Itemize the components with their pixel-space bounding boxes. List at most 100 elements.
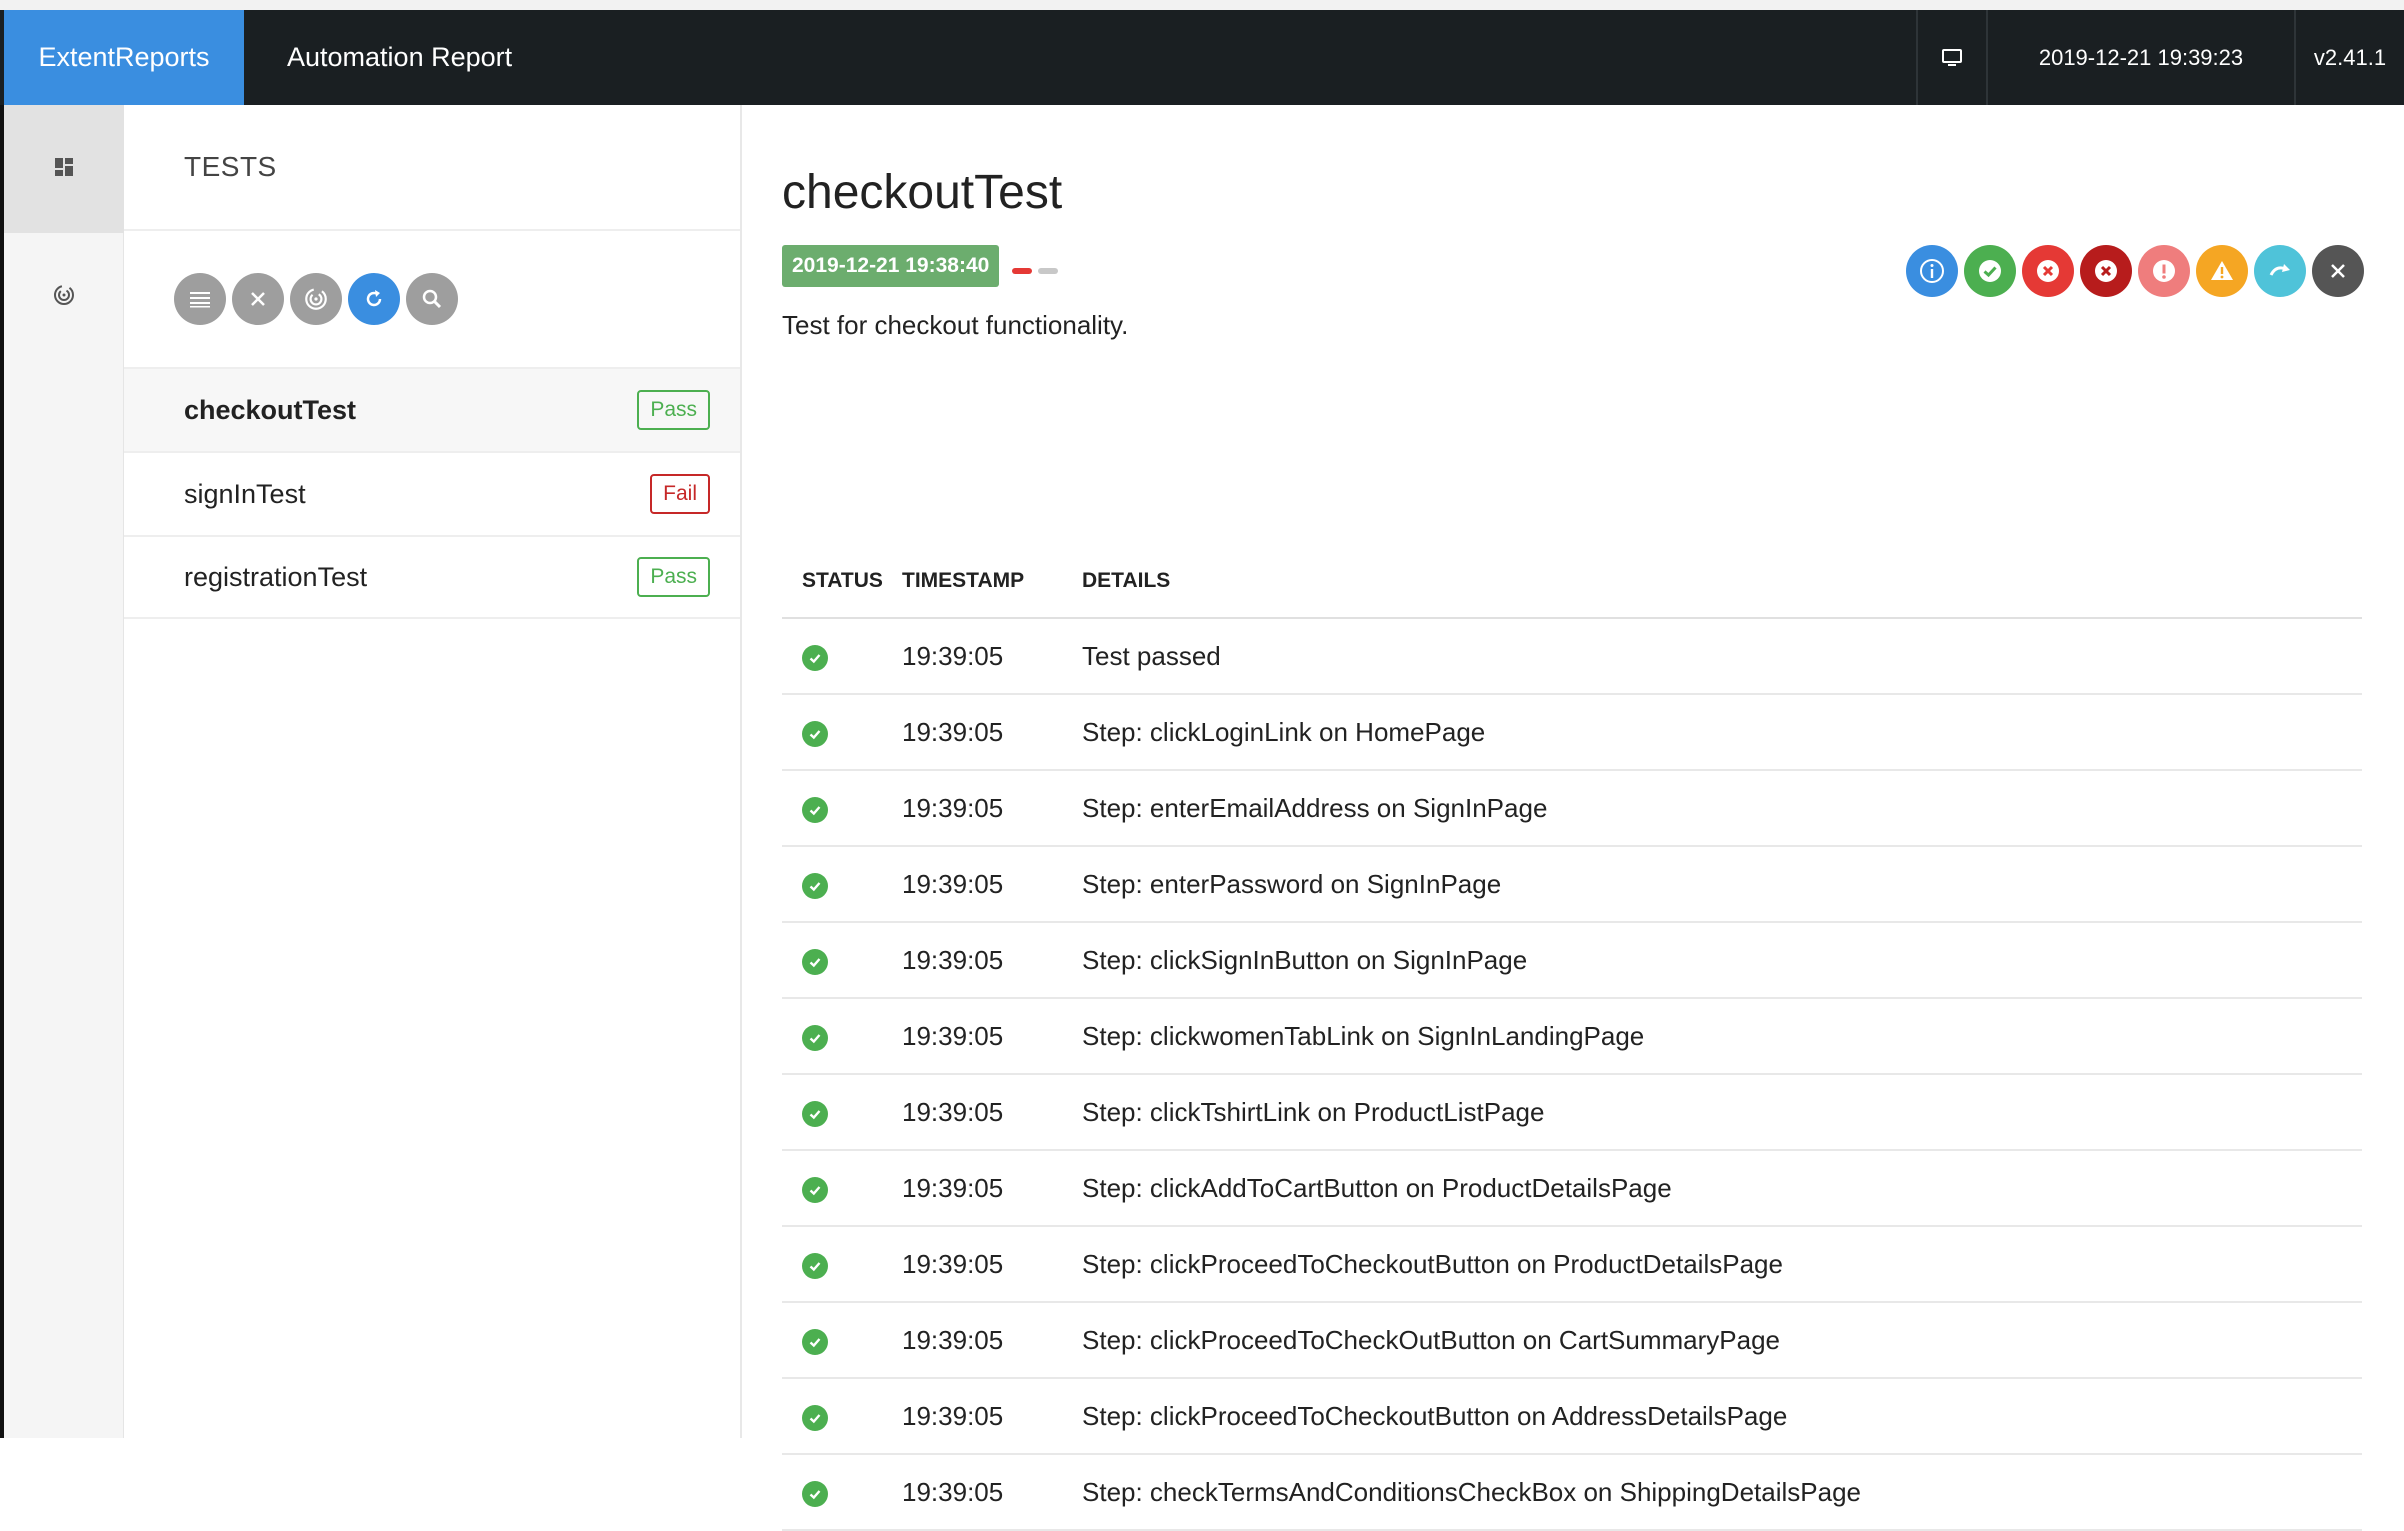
close-icon[interactable]: [232, 273, 284, 325]
status-filter-bar: [1906, 245, 2364, 297]
top-right-info: 2019-12-21 19:39:23 v2.41.1: [1916, 10, 2404, 105]
table-row: 19:39:05 Test passed: [782, 618, 2362, 695]
log-table-header: STATUS TIMESTAMP DETAILS: [782, 545, 2362, 619]
status-cell: [782, 1302, 902, 1379]
details-cell: Step: clickProceedToCheckoutButton on Pr…: [1082, 1226, 2362, 1303]
status-badge: Fail: [650, 474, 710, 514]
nav-item-tests[interactable]: [4, 105, 124, 233]
details-cell: Step: clickProceedToCheckOutButton on Ca…: [1082, 1302, 2362, 1379]
test-description: Test for checkout functionality.: [782, 310, 1129, 340]
status-cell: [782, 846, 902, 923]
test-filter-toolbar: [124, 231, 740, 367]
table-row: 19:39:05 Step: clickProceedToCheckoutButt…: [782, 1226, 2362, 1303]
details-cell: Step: clickLoginLink on HomePage: [1082, 694, 2362, 771]
left-sidebar: [0, 105, 124, 1438]
status-cell: [782, 1074, 902, 1151]
table-row: 19:39:05 Step: clickTshirtLink on Product…: [782, 1074, 2362, 1151]
details-cell: Step: clickSignInButton on SignInPage: [1082, 922, 2362, 999]
timestamp-cell: 19:39:05: [902, 694, 1082, 771]
status-badge: Pass: [637, 390, 710, 430]
pass-icon: [802, 1100, 828, 1127]
nav-item-categories[interactable]: [4, 233, 124, 361]
timestamp-cell: 19:39:05: [902, 1454, 1082, 1531]
table-row: 19:39:05 Step: enterPassword on SignInPag…: [782, 846, 2362, 923]
details-cell: Step: clickTshirtLink on ProductListPage: [1082, 1074, 2362, 1151]
pass-icon: [802, 1024, 828, 1051]
start-time-badge: 2019-12-21 19:38:40: [782, 245, 1000, 287]
table-row: 19:39:05 Step: clickSignInButton on SignI…: [782, 922, 2362, 999]
table-row: 19:39:05 Step: clickwomenTabLink on SignI…: [782, 998, 2362, 1075]
fail-indicator: [1012, 268, 1032, 274]
fail-icon[interactable]: [2022, 245, 2074, 297]
test-name: signInTest: [184, 478, 306, 509]
timestamp-cell: 19:39:05: [902, 770, 1082, 847]
test-detail-panel: checkoutTest 2019-12-21 19:38:40 Test fo…: [742, 105, 2404, 1531]
top-navbar: ExtentReports Automation Report 2019-12-…: [0, 0, 2404, 105]
details-cell: Step: enterEmailAddress on SignInPage: [1082, 770, 2362, 847]
pass-icon: [802, 1480, 828, 1507]
list-icon[interactable]: [174, 273, 226, 325]
log-table-body: 19:39:05 Test passed 19:39:05 Step: clickLo…: [782, 618, 2362, 1531]
fingerprint-icon[interactable]: [290, 273, 342, 325]
status-cell: [782, 998, 902, 1075]
other-indicator: [1038, 268, 1058, 274]
report-datetime: 2019-12-21 19:39:23: [1986, 10, 2294, 105]
test-list: checkoutTest Pass signInTest Fail regist…: [124, 367, 740, 619]
status-cell: [782, 1150, 902, 1227]
table-row: 19:39:05 Step: enterEmailAddress on SignI…: [782, 770, 2362, 847]
details-cell: Test passed: [1082, 618, 2362, 695]
column-header-status: STATUS: [782, 545, 902, 619]
timestamp-cell: 19:39:05: [902, 846, 1082, 923]
brand-logo[interactable]: ExtentReports: [4, 10, 244, 105]
details-cell: Step: clickwomenTabLink on SignInLanding…: [1082, 998, 2362, 1075]
column-header-details: DETAILS: [1082, 545, 2362, 619]
report-name: Automation Report: [287, 42, 513, 72]
pass-icon: [802, 720, 828, 747]
details-cell: Step: clickProceedToCheckoutButton on Ad…: [1082, 1378, 2362, 1455]
test-name: checkoutTest: [184, 394, 357, 425]
log-table: STATUS TIMESTAMP DETAILS 19:39:05 Test pa…: [782, 545, 2362, 1531]
pass-icon: [802, 1404, 828, 1431]
pass-icon: [802, 1176, 828, 1203]
fatal-icon[interactable]: [2080, 245, 2132, 297]
status-cell: [782, 618, 902, 695]
test-list-item[interactable]: registrationTest Pass: [124, 535, 740, 619]
clear-icon[interactable]: [2312, 245, 2364, 297]
test-name: registrationTest: [184, 561, 368, 592]
search-icon[interactable]: [406, 273, 458, 325]
error-icon[interactable]: [2138, 245, 2190, 297]
timestamp-cell: 19:39:05: [902, 1226, 1082, 1303]
pass-icon: [802, 796, 828, 823]
skip-icon[interactable]: [2254, 245, 2306, 297]
details-cell: Step: clickAddToCartButton on ProductDet…: [1082, 1150, 2362, 1227]
refresh-icon[interactable]: [348, 273, 400, 325]
status-cell: [782, 1226, 902, 1303]
timestamp-cell: 19:39:05: [902, 922, 1082, 999]
details-cell: Step: enterPassword on SignInPage: [1082, 846, 2362, 923]
pass-icon: [802, 1252, 828, 1279]
status-badge: Pass: [637, 557, 710, 597]
table-row: 19:39:05 Step: clickProceedToCheckOutButt…: [782, 1302, 2362, 1379]
column-header-timestamp: TIMESTAMP: [902, 545, 1082, 619]
pass-icon: [802, 948, 828, 975]
report-version: v2.41.1: [2294, 10, 2404, 105]
test-list-item[interactable]: signInTest Fail: [124, 451, 740, 535]
timestamp-cell: 19:39:05: [902, 1150, 1082, 1227]
info-icon[interactable]: [1906, 245, 1958, 297]
pass-icon[interactable]: [1964, 245, 2016, 297]
test-title: checkoutTest: [782, 166, 1063, 219]
test-list-item[interactable]: checkoutTest Pass: [124, 367, 740, 451]
table-row: 19:39:05 Step: clickProceedToCheckoutButt…: [782, 1378, 2362, 1455]
tests-header: TESTS: [124, 105, 740, 231]
timestamp-cell: 19:39:05: [902, 1378, 1082, 1455]
fingerprint-icon: [52, 283, 76, 312]
tests-panel: TESTS checkoutTest Pass signInTest Fail …: [124, 105, 742, 1438]
table-row: 19:39:05 Step: checkTermsAndConditionsChe…: [782, 1454, 2362, 1531]
pass-icon: [802, 872, 828, 899]
status-cell: [782, 922, 902, 999]
warning-icon[interactable]: [2196, 245, 2248, 297]
status-cell: [782, 694, 902, 771]
monitor-icon[interactable]: [1916, 10, 1986, 105]
timestamp-cell: 19:39:05: [902, 998, 1082, 1075]
table-row: 19:39:05 Step: clickLoginLink on HomePage: [782, 694, 2362, 771]
